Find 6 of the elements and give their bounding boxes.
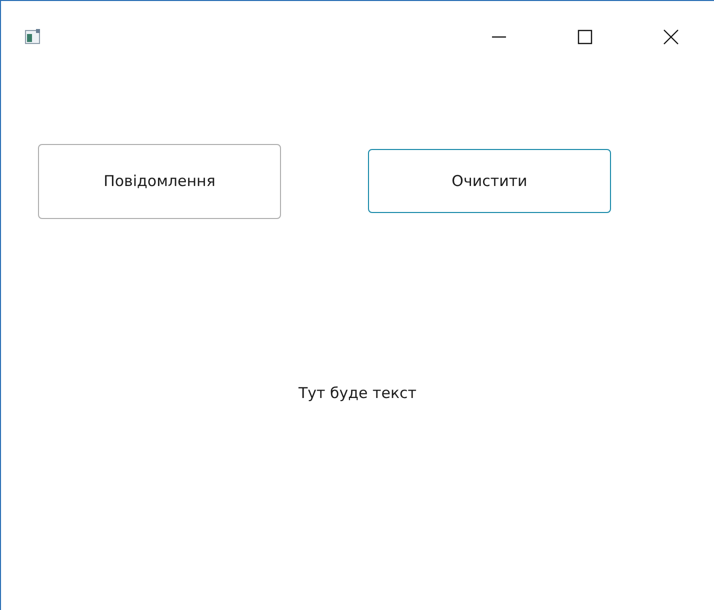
action-button[interactable]: Очистити xyxy=(368,149,611,213)
app-icon xyxy=(25,29,41,45)
output-text: Тут буде текст xyxy=(298,384,417,404)
action-button[interactable]: Повідомлення xyxy=(38,144,281,218)
close-icon[interactable] xyxy=(663,29,679,45)
maximize-icon[interactable] xyxy=(577,29,593,45)
